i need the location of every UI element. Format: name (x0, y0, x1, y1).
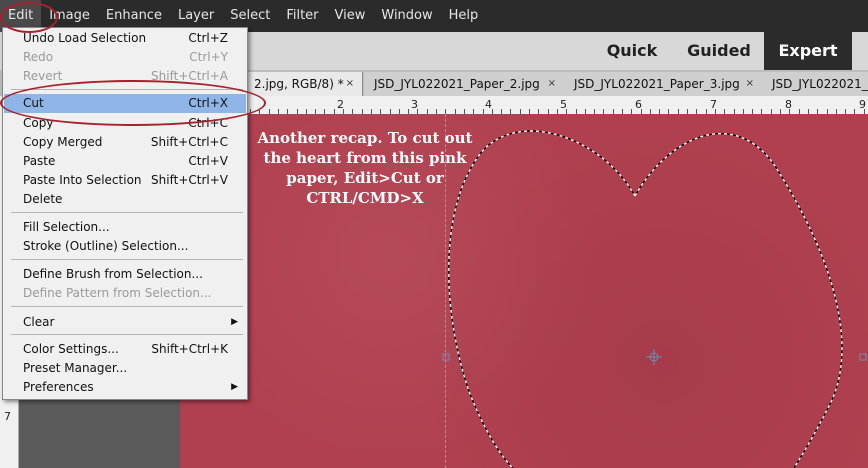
menu-view[interactable]: View (327, 0, 374, 32)
menu-separator (11, 89, 243, 90)
menu-item-label: Redo (23, 50, 54, 64)
document-tab[interactable]: JSD_JYL022021_Paper_2.jpg × (364, 72, 565, 96)
document-tab-active[interactable]: 2.jpg, RGB/8) * × (246, 72, 363, 96)
menu-item-shortcut: Ctrl+V (188, 154, 228, 168)
tutorial-annotation: Another recap. To cut out the heart from… (240, 128, 490, 208)
menu-item-shortcut: Shift+Ctrl+C (150, 135, 228, 149)
menu-item-revert[interactable]: Revert Shift+Ctrl+A (4, 67, 246, 86)
triangle-right-icon: ▶ (231, 382, 238, 392)
annotation-line: the heart from this pink (263, 149, 467, 167)
close-icon[interactable]: × (346, 72, 354, 96)
menu-item-label: Cut (23, 96, 44, 110)
menu-item-paste-into-selection[interactable]: Paste Into Selection Shift+Ctrl+V (4, 171, 246, 190)
menu-item-label: Delete (23, 192, 63, 206)
menu-item-copy[interactable]: Copy Ctrl+C (4, 114, 246, 133)
menu-item-shortcut: Ctrl+Z (188, 31, 228, 45)
triangle-right-icon: ▶ (231, 317, 238, 327)
close-icon[interactable]: × (548, 72, 556, 96)
menu-window[interactable]: Window (373, 0, 440, 32)
menu-item-stroke-selection[interactable]: Stroke (Outline) Selection... (4, 237, 246, 256)
menu-item-shortcut: Ctrl+C (188, 116, 228, 130)
heart-selection-marquee-dark (448, 130, 843, 468)
menu-item-label: Copy Merged (23, 135, 103, 149)
tab-label: JSD_JYL022021_Pa (772, 77, 868, 91)
menu-item-label: Preferences (23, 380, 94, 394)
document-canvas[interactable]: Another recap. To cut out the heart from… (180, 114, 868, 468)
menu-item-define-brush[interactable]: Define Brush from Selection... (4, 265, 246, 284)
menu-item-label: Fill Selection... (23, 220, 110, 234)
mode-guided-button[interactable]: Guided (676, 32, 762, 70)
menu-item-redo[interactable]: Redo Ctrl+Y (4, 48, 246, 67)
menu-item-fill-selection[interactable]: Fill Selection... (4, 218, 246, 237)
document-tab[interactable]: JSD_JYL022021_Paper_3.jpg × (564, 72, 763, 96)
menu-item-label: Clear (23, 315, 55, 329)
menu-item-label: Color Settings... (23, 342, 119, 356)
menu-help[interactable]: Help (441, 0, 487, 32)
menu-item-shortcut: Ctrl+Y (189, 50, 228, 64)
tab-label: JSD_JYL022021_Paper_3.jpg (574, 77, 740, 91)
transform-handle-left[interactable] (442, 353, 450, 361)
close-icon[interactable]: × (746, 72, 754, 96)
menu-item-label: Paste Into Selection (23, 173, 142, 187)
menu-item-delete[interactable]: Delete (4, 190, 246, 209)
crosshair-icon[interactable] (646, 349, 662, 365)
document-tab[interactable]: JSD_JYL022021_Pa (762, 72, 868, 96)
menu-item-copy-merged[interactable]: Copy Merged Shift+Ctrl+C (4, 133, 246, 152)
menu-separator (11, 334, 243, 335)
menu-item-define-pattern[interactable]: Define Pattern from Selection... (4, 284, 246, 303)
menu-item-paste[interactable]: Paste Ctrl+V (4, 152, 246, 171)
menu-item-label: Undo Load Selection (23, 31, 147, 45)
menu-separator (11, 212, 243, 213)
menu-item-label: Preset Manager... (23, 361, 128, 375)
heart-selection-marquee[interactable] (448, 130, 843, 468)
menu-item-shortcut: Ctrl+X (188, 96, 228, 110)
menu-separator (11, 259, 243, 260)
ruler-number: 4 (485, 98, 492, 111)
tab-label: JSD_JYL022021_Paper_2.jpg (374, 77, 540, 91)
menu-filter[interactable]: Filter (278, 0, 326, 32)
transform-handle-right[interactable] (859, 353, 867, 361)
menu-item-color-settings[interactable]: Color Settings... Shift+Ctrl+K (4, 340, 246, 359)
annotation-line: Another recap. To cut out (257, 129, 473, 147)
tab-label: 2.jpg, RGB/8) * (254, 77, 344, 91)
mode-quick-button[interactable]: Quick (592, 32, 672, 70)
annotation-line: paper, Edit>Cut or (286, 169, 444, 187)
menu-item-undo-load-selection[interactable]: Undo Load Selection Ctrl+Z (4, 29, 246, 48)
edit-menu-dropdown: Undo Load Selection Ctrl+Z Redo Ctrl+Y R… (2, 27, 248, 400)
menu-item-label: Revert (23, 69, 63, 83)
menu-item-clear[interactable]: Clear ▶ (4, 313, 246, 332)
annotation-line: CTRL/CMD>X (306, 189, 424, 207)
menu-item-label: Stroke (Outline) Selection... (23, 239, 189, 253)
menu-item-cut[interactable]: Cut Ctrl+X (4, 94, 246, 113)
menu-item-label: Copy (23, 116, 54, 130)
menu-item-label: Paste (23, 154, 56, 168)
menu-item-label: Define Brush from Selection... (23, 267, 203, 281)
mode-expert-button[interactable]: Expert (764, 32, 852, 70)
ruler-number: 7 (4, 410, 11, 423)
menu-item-preset-manager[interactable]: Preset Manager... (4, 359, 246, 378)
menu-separator (11, 306, 243, 307)
menu-item-shortcut: Shift+Ctrl+A (151, 69, 228, 83)
menu-item-shortcut: Shift+Ctrl+V (151, 173, 228, 187)
menu-item-preferences[interactable]: Preferences ▶ (4, 378, 246, 397)
menu-item-shortcut: Shift+Ctrl+K (151, 342, 228, 356)
menu-item-label: Define Pattern from Selection... (23, 286, 212, 300)
